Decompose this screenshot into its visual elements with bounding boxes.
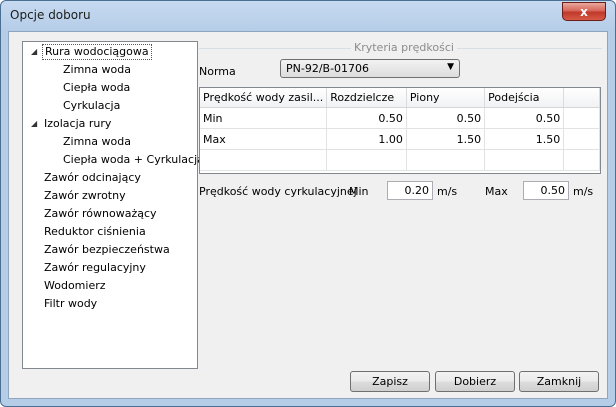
tree-item-zawor-odcinajacy[interactable]: Zawór odcinający: [42, 170, 143, 186]
tree-item-cyrkulacja[interactable]: Cyrkulacja: [61, 98, 122, 114]
close-button[interactable]: Zamknij: [519, 371, 599, 392]
tree-item-zawor-bezpieczenstwa[interactable]: Zawór bezpieczeństwa: [42, 242, 172, 258]
close-icon: x: [580, 5, 588, 19]
grid-cell[interactable]: 1.00: [326, 128, 407, 150]
tree-item-izolacja-zimna-woda[interactable]: Zimna woda: [61, 134, 133, 150]
row-label: Max: [200, 128, 328, 150]
chevron-down-icon: ▼: [447, 62, 454, 72]
grid-header-cell[interactable]: Piony: [406, 88, 486, 108]
collapse-arrow-icon[interactable]: ◢: [31, 44, 37, 60]
tree-item-zawor-regulacyjny[interactable]: Zawór regulacyjny: [42, 260, 148, 276]
grid-cell[interactable]: 1.50: [406, 128, 486, 150]
grid-header-row: Prędkość wody zasil... Rozdzielcze Piony…: [200, 88, 600, 108]
tree-item-ciepla-woda[interactable]: Ciepła woda: [61, 80, 132, 96]
group-title: Kryteria prędkości: [351, 41, 457, 54]
options-tree[interactable]: ◢ Rura wodociągowa Zimna woda Ciepła wod…: [22, 41, 204, 369]
grid-cell-empty[interactable]: [406, 149, 486, 171]
norma-dropdown[interactable]: PN-92/B-01706 ▼: [280, 59, 460, 78]
norma-selected-value: PN-92/B-01706: [286, 62, 370, 75]
grid-cell[interactable]: 1.50: [484, 128, 565, 150]
grid-cell-empty[interactable]: [326, 149, 407, 171]
grid-filler-cell: [563, 149, 600, 171]
grid-header-cell[interactable]: Prędkość wody zasil...: [200, 88, 328, 108]
grid-header-cell[interactable]: Podejścia: [484, 88, 565, 108]
tree-item-izolacja-ciepla-woda-cyrkulacja[interactable]: Ciepła woda + Cyrkulacja: [61, 152, 206, 168]
grid-cell-empty[interactable]: [200, 149, 328, 171]
table-row: Min 0.50 0.50 0.50: [200, 107, 600, 129]
dialog-window: Opcje doboru x ◢ Rura wodociągowa Zimna …: [0, 0, 616, 407]
circulation-min-unit: m/s: [437, 185, 458, 198]
circulation-min-label: Min: [349, 185, 369, 198]
collapse-arrow-icon[interactable]: ◢: [31, 116, 37, 132]
table-row-empty: [200, 149, 600, 171]
circulation-max-unit: m/s: [573, 185, 594, 198]
save-button[interactable]: Zapisz: [350, 371, 430, 392]
row-label: Min: [200, 107, 328, 129]
norma-label: Norma: [199, 65, 236, 78]
close-window-button[interactable]: x: [562, 2, 606, 21]
tree-item-rura-wodociagowa[interactable]: Rura wodociągowa: [42, 44, 152, 60]
grid-cell[interactable]: 0.50: [406, 107, 486, 129]
table-row: Max 1.00 1.50 1.50: [200, 128, 600, 150]
tree-item-filtr-wody[interactable]: Filtr wody: [42, 296, 99, 312]
circulation-max-input[interactable]: 0.50: [523, 181, 569, 200]
velocity-grid[interactable]: Prędkość wody zasil... Rozdzielcze Piony…: [199, 87, 601, 174]
grid-cell[interactable]: 0.50: [326, 107, 407, 129]
tree-item-reduktor-cisnienia[interactable]: Reduktor ciśnienia: [42, 224, 148, 240]
tree-item-zimna-woda[interactable]: Zimna woda: [61, 62, 133, 78]
grid-cell[interactable]: 0.50: [484, 107, 565, 129]
window-title: Opcje doboru: [10, 8, 91, 22]
tree-item-zawor-rownowazacy[interactable]: Zawór równoważący: [42, 206, 159, 222]
dialog-client-area: ◢ Rura wodociągowa Zimna woda Ciepła wod…: [8, 31, 608, 399]
tree-item-izolacja-rury[interactable]: Izolacja rury: [42, 116, 113, 132]
grid-filler-cell: [563, 107, 600, 129]
grid-header-filler: [563, 88, 600, 108]
choose-button[interactable]: Dobierz: [435, 371, 515, 392]
tree-item-zawor-zwrotny[interactable]: Zawór zwrotny: [42, 188, 128, 204]
grid-header-cell[interactable]: Rozdzielcze: [326, 88, 407, 108]
tree-item-wodomierz[interactable]: Wodomierz: [42, 278, 108, 294]
grid-cell-empty[interactable]: [484, 149, 565, 171]
circulation-max-label: Max: [485, 185, 508, 198]
circulation-min-input[interactable]: 0.20: [387, 181, 433, 200]
circulation-velocity-label: Prędkość wody cyrkulacyjnej: [199, 185, 357, 198]
title-bar[interactable]: Opcje doboru x: [1, 1, 615, 31]
grid-filler-cell: [563, 128, 600, 150]
